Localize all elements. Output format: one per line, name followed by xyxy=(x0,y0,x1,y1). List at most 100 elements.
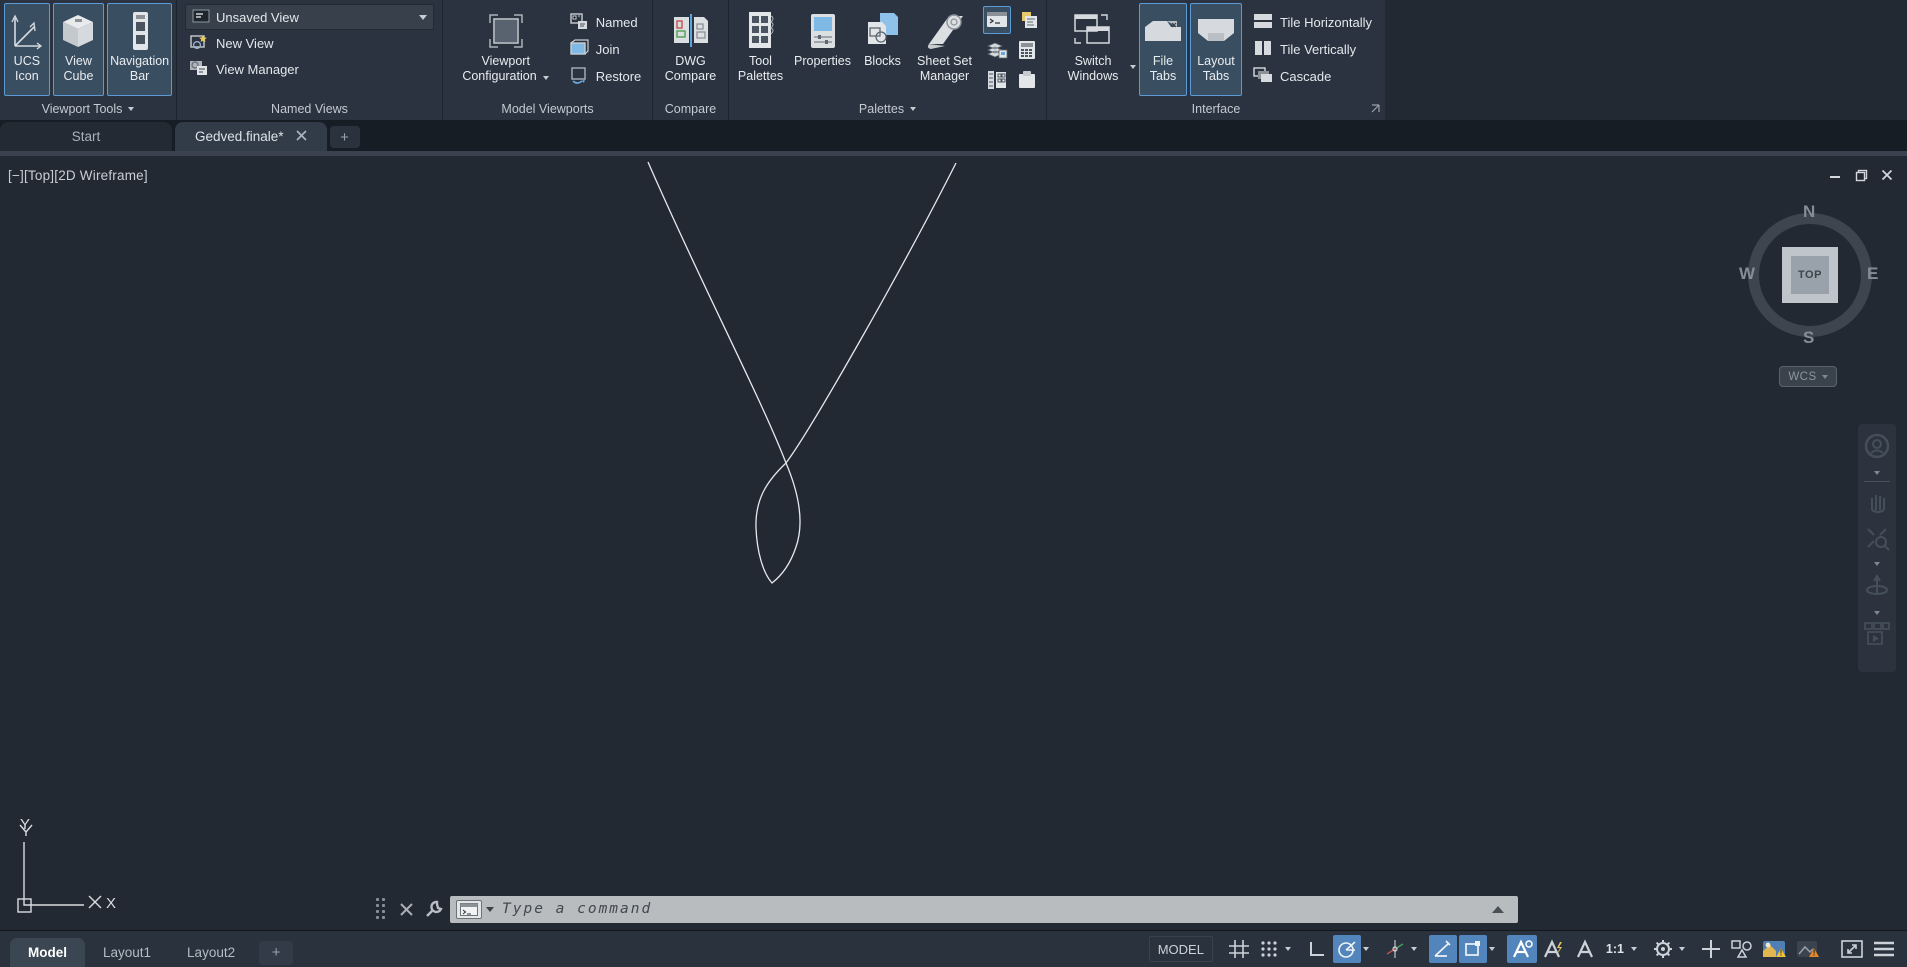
annotation-visibility-icon[interactable] xyxy=(1506,935,1537,963)
annotation-scale-value[interactable]: 1:1 xyxy=(1601,935,1629,963)
tool-palettes-button[interactable]: Tool Palettes xyxy=(735,3,787,96)
panel-label-palettes[interactable]: Palettes xyxy=(729,98,1046,120)
compass-south[interactable]: S xyxy=(1803,328,1814,348)
view-cube-toggle[interactable]: View Cube xyxy=(52,3,105,96)
layout-tab-model[interactable]: Model xyxy=(10,937,85,967)
annotation-scale-icon[interactable] xyxy=(1571,935,1599,963)
tray-crosshair-icon[interactable] xyxy=(1697,935,1725,963)
panel-label-viewport-tools[interactable]: Viewport Tools xyxy=(0,98,176,120)
pan-hand-icon[interactable] xyxy=(1864,488,1890,519)
chevron-down-icon[interactable] xyxy=(1874,562,1880,566)
panel-label-model-viewports: Model Viewports xyxy=(443,98,652,120)
view-combobox-value: Unsaved View xyxy=(216,9,299,25)
new-view-icon xyxy=(189,33,209,54)
command-prompt-icon[interactable] xyxy=(456,899,482,919)
view-cube-face[interactable]: TOP xyxy=(1782,247,1838,303)
file-tab-gedved[interactable]: Gedved.finale* xyxy=(175,122,327,151)
view-manager-button[interactable]: View Manager xyxy=(185,57,434,82)
snap-icon[interactable] xyxy=(1255,935,1283,963)
object-snap-tracking-icon[interactable] xyxy=(1428,935,1457,963)
clipboard-icon[interactable] xyxy=(1013,66,1041,94)
dwg-compare-button[interactable]: DWG Compare xyxy=(658,3,724,96)
command-input-field[interactable] xyxy=(450,895,1518,923)
isodraft-icon[interactable] xyxy=(1381,935,1409,963)
navigation-bar-icon xyxy=(123,8,157,54)
orbit-icon[interactable] xyxy=(1864,572,1890,605)
command-bar-drag-grip[interactable] xyxy=(376,898,386,920)
chevron-down-icon[interactable] xyxy=(1362,947,1369,951)
blocks-button[interactable]: Blocks xyxy=(859,3,907,96)
clean-screen-icon[interactable] xyxy=(1837,935,1867,963)
layout-tab-layout2[interactable]: Layout2 xyxy=(169,938,253,967)
tile-vertically-label: Tile Vertically xyxy=(1280,42,1357,57)
new-view-button[interactable]: New View xyxy=(185,31,434,56)
count-icon[interactable] xyxy=(983,66,1011,94)
navigation-wheel-icon[interactable] xyxy=(1863,432,1891,465)
named-viewports-button[interactable]: Named xyxy=(565,10,646,35)
wcs-menu-button[interactable]: WCS xyxy=(1779,366,1837,387)
chevron-down-icon[interactable] xyxy=(1410,947,1417,951)
new-layout-button[interactable]: + xyxy=(259,940,294,965)
chevron-down-icon[interactable] xyxy=(1284,947,1291,951)
panel-label-text: Viewport Tools xyxy=(41,102,123,116)
panel-launcher-icon[interactable] xyxy=(1371,102,1380,116)
file-tab-start[interactable]: Start xyxy=(0,122,172,151)
chevron-down-icon[interactable] xyxy=(486,906,494,912)
grid-icon[interactable] xyxy=(1225,935,1253,963)
compass-east[interactable]: E xyxy=(1867,264,1878,284)
properties-button[interactable]: Properties xyxy=(790,3,856,96)
customization-menu-icon[interactable] xyxy=(1869,935,1899,963)
command-history-toggle-icon[interactable] xyxy=(1492,905,1504,913)
isolate-objects-icon[interactable] xyxy=(1727,935,1757,963)
sheet-set-manager-button[interactable]: Sheet Set Manager xyxy=(910,3,980,96)
panel-viewport-tools: UCS Icon View Cube Navigation Bar Viewpo… xyxy=(0,0,177,120)
layout-tabs-toggle[interactable]: Layout Tabs xyxy=(1190,3,1242,96)
ortho-icon[interactable] xyxy=(1303,935,1331,963)
tile-horizontally-button[interactable]: Tile Horizontally xyxy=(1249,10,1376,35)
viewport-configuration-button[interactable]: Viewport Configuration xyxy=(450,3,562,96)
new-drawing-tab-button[interactable]: + xyxy=(329,126,360,148)
chevron-down-icon[interactable] xyxy=(1874,611,1880,615)
close-icon[interactable] xyxy=(295,129,307,144)
spline-curve[interactable] xyxy=(0,156,1907,930)
chevron-down-icon[interactable] xyxy=(1631,947,1637,951)
restore-viewports-button[interactable]: Restore xyxy=(565,64,646,89)
file-tabs-toggle[interactable]: File Tabs xyxy=(1139,3,1187,96)
panel-interface: Switch Windows File Tabs Layout Tabs Til… xyxy=(1047,0,1385,120)
chevron-down-icon[interactable] xyxy=(1679,947,1685,951)
view-cube-face-label[interactable]: TOP xyxy=(1791,256,1829,294)
chevron-down-icon[interactable] xyxy=(1874,471,1880,475)
polar-tracking-icon[interactable] xyxy=(1332,935,1361,963)
chevron-down-icon[interactable] xyxy=(1130,65,1136,69)
zoom-extents-icon[interactable] xyxy=(1864,525,1890,556)
compass-north[interactable]: N xyxy=(1803,202,1815,222)
command-line-icon[interactable] xyxy=(982,5,1011,34)
compass-west[interactable]: W xyxy=(1739,264,1755,284)
navigation-bar-toggle[interactable]: Navigation Bar xyxy=(107,3,172,96)
ucs-icon-toggle[interactable]: UCS Icon xyxy=(4,3,50,96)
quick-calc-icon[interactable] xyxy=(1013,36,1041,64)
switch-windows-button[interactable]: Switch Windows xyxy=(1056,3,1130,85)
close-icon[interactable] xyxy=(394,897,418,921)
view-combobox[interactable]: Unsaved View xyxy=(185,4,434,30)
view-cube[interactable]: N S W E TOP xyxy=(1735,200,1885,350)
graphics-warning-icon[interactable]: ! xyxy=(1793,935,1825,963)
layer-stack-icon[interactable] xyxy=(983,36,1011,64)
join-viewports-button[interactable]: Join xyxy=(565,37,646,62)
cascade-button[interactable]: Cascade xyxy=(1249,64,1376,89)
object-snap-icon[interactable] xyxy=(1458,935,1487,963)
workspace-gear-icon[interactable] xyxy=(1649,935,1677,963)
annotation-autoscale-icon[interactable] xyxy=(1539,935,1569,963)
hardware-acceleration-icon[interactable]: ! xyxy=(1759,935,1791,963)
drawing-canvas[interactable]: [−][Top][2D Wireframe] N S W E TOP WCS Y… xyxy=(0,156,1907,930)
model-space-button[interactable]: MODEL xyxy=(1148,936,1213,962)
customize-wrench-icon[interactable] xyxy=(422,897,446,921)
view-manager-label: View Manager xyxy=(216,62,299,77)
tile-vertically-button[interactable]: Tile Vertically xyxy=(1249,37,1376,62)
command-input[interactable] xyxy=(502,895,1518,923)
ucs-axes-icon xyxy=(10,8,44,54)
chevron-down-icon[interactable] xyxy=(1488,947,1495,951)
layout-tab-layout1[interactable]: Layout1 xyxy=(85,938,169,967)
design-center-icon[interactable] xyxy=(1013,6,1041,34)
show-motion-icon[interactable] xyxy=(1863,621,1891,652)
